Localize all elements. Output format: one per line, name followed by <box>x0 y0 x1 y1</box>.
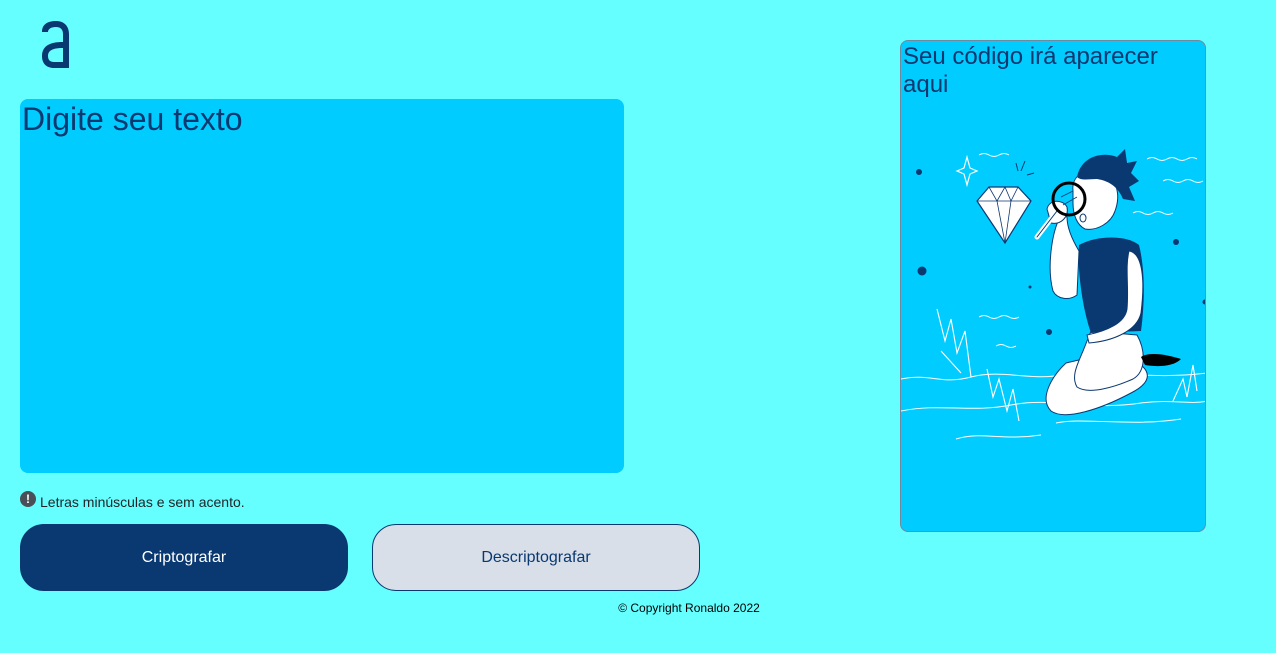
encrypt-button[interactable]: Criptografar <box>20 524 348 591</box>
decrypt-button[interactable]: Descriptografar <box>372 524 700 591</box>
output-title: Seu código irá aparecer aqui <box>903 43 1158 98</box>
person-with-magnifying-glass-illustration <box>901 149 1205 440</box>
output-panel: Seu código irá aparecer aqui <box>900 40 1206 532</box>
copyright-text: © Copyright Ronaldo 2022 <box>618 601 760 615</box>
text-input[interactable] <box>20 99 624 473</box>
page: ! Letras minúsculas e sem acento. Cripto… <box>0 0 1276 653</box>
alura-logo-icon <box>42 21 69 68</box>
exclamation-circle-icon: ! <box>20 491 36 507</box>
hint: ! Letras minúsculas e sem acento. <box>20 491 245 511</box>
hint-text: Letras minúsculas e sem acento. <box>40 494 245 510</box>
